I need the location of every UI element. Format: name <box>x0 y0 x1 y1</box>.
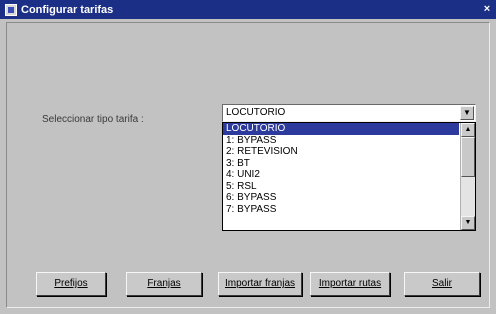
dropdown-option[interactable]: 2: RETEVISION <box>223 146 459 158</box>
vertical-scrollbar[interactable]: ▲ ▼ <box>460 123 475 230</box>
dropdown-option[interactable]: 3: BT <box>223 158 459 170</box>
chevron-down-icon[interactable]: ▼ <box>460 106 474 120</box>
combobox-selected-value: LOCUTORIO <box>226 107 286 118</box>
franjas-button[interactable]: Franjas <box>126 272 202 296</box>
scroll-up-icon[interactable]: ▲ <box>461 123 475 137</box>
dropdown-options: LOCUTORIO 1: BYPASS 2: RETEVISION 3: BT … <box>223 123 459 230</box>
dropdown-option[interactable]: 4: UNI2 <box>223 169 459 181</box>
dropdown-option[interactable]: 5: RSL <box>223 181 459 193</box>
app-icon <box>5 3 17 16</box>
importar-rutas-button-label: Importar rutas <box>318 278 382 289</box>
salir-button-label: Salir <box>431 278 452 289</box>
importar-rutas-button[interactable]: Importar rutas <box>310 272 390 296</box>
salir-button[interactable]: Salir <box>404 272 480 296</box>
importar-franjas-button-label: Importar franjas <box>224 278 296 289</box>
scroll-down-icon[interactable]: ▼ <box>461 216 475 230</box>
prefijos-button[interactable]: Prefijos <box>36 272 106 296</box>
dropdown-option[interactable]: 7: BYPASS <box>223 204 459 216</box>
dropdown-option[interactable]: 1: BYPASS <box>223 135 459 147</box>
close-icon[interactable]: × <box>480 2 494 16</box>
tariff-type-combobox[interactable]: LOCUTORIO ▼ <box>222 104 476 122</box>
dropdown-option[interactable]: 6: BYPASS <box>223 192 459 204</box>
tariff-type-label: Seleccionar tipo tarifa : <box>42 114 144 125</box>
dropdown-option[interactable]: LOCUTORIO <box>223 123 459 135</box>
prefijos-button-label: Prefijos <box>54 278 88 289</box>
importar-franjas-button[interactable]: Importar franjas <box>218 272 302 296</box>
window-title: Configurar tarifas <box>21 3 114 16</box>
scrollbar-thumb[interactable] <box>461 137 475 177</box>
tariff-type-dropdown-list[interactable]: LOCUTORIO 1: BYPASS 2: RETEVISION 3: BT … <box>222 122 476 231</box>
franjas-button-label: Franjas <box>147 278 181 289</box>
title-bar: Configurar tarifas × <box>0 0 496 19</box>
